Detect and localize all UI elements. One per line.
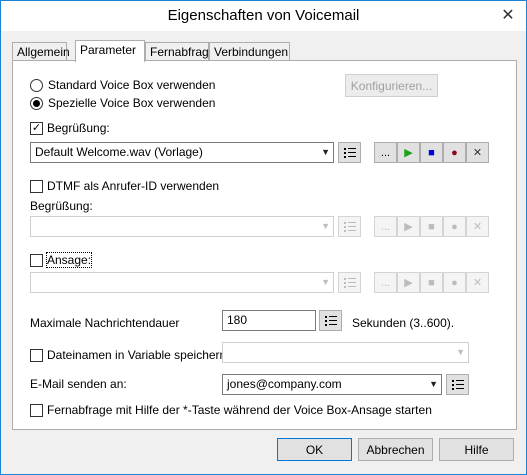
play-icon[interactable]: ▶ — [397, 216, 420, 237]
tab-verbindungen[interactable]: Verbindungen — [209, 42, 290, 61]
dtmf-label: DTMF als Anrufer-ID verwenden — [47, 179, 220, 193]
filename-variable-label: Dateinamen in Variable speichern: — [47, 348, 230, 362]
filename-variable-select[interactable]: ▼ — [222, 342, 469, 363]
tab-allgemein[interactable]: Allgemein — [12, 42, 70, 61]
stop-icon[interactable]: ■ — [420, 142, 443, 163]
max-duration-unit: Sekunden (3..600). — [352, 316, 455, 330]
greeting-label: Begrüßung: — [47, 121, 110, 135]
dtmf-greeting-select[interactable]: ▼ — [30, 216, 334, 237]
max-duration-input[interactable]: 180 — [222, 310, 316, 331]
radio-selected-dot — [33, 100, 40, 107]
list-icon-button[interactable] — [338, 142, 361, 163]
record-icon[interactable]: ● — [443, 272, 466, 293]
announcement-browse-button[interactable]: ... — [374, 272, 397, 293]
list-icon-button[interactable] — [338, 272, 361, 293]
remote-query-label: Fernabfrage mit Hilfe der *-Taste währen… — [47, 403, 432, 417]
dtmf-greeting-label: Begrüßung: — [30, 199, 93, 213]
dtmf-browse-button[interactable]: ... — [374, 216, 397, 237]
announcement-select[interactable]: ▼ — [30, 272, 334, 293]
title-bar: Eigenschaften von Voicemail ✕ — [1, 1, 526, 31]
window-title: Eigenschaften von Voicemail — [167, 7, 360, 24]
help-button[interactable]: Hilfe — [439, 438, 514, 461]
greeting-browse-button[interactable]: ... — [374, 142, 397, 163]
greeting-select-value: Default Welcome.wav (Vorlage) — [35, 145, 203, 159]
filename-variable-checkbox[interactable] — [30, 349, 43, 362]
max-duration-label: Maximale Nachrichtendauer — [30, 316, 180, 330]
announcement-label: Ansage: — [45, 252, 93, 268]
greeting-checkbox[interactable]: ✓ — [30, 122, 43, 135]
email-select[interactable]: jones@company.com ▼ — [222, 374, 442, 395]
email-label: E-Mail senden an: — [30, 377, 127, 391]
properties-dialog: Eigenschaften von Voicemail ✕ Allgemein … — [0, 0, 527, 475]
list-icon-button[interactable] — [338, 216, 361, 237]
standard-voicebox-label: Standard Voice Box verwenden — [48, 78, 216, 92]
greeting-select[interactable]: Default Welcome.wav (Vorlage) ▼ — [30, 142, 334, 163]
chevron-down-icon: ▼ — [321, 221, 330, 231]
ok-button[interactable]: OK — [277, 438, 352, 461]
stop-icon[interactable]: ■ — [420, 216, 443, 237]
list-icon — [343, 147, 356, 158]
tab-fernabfrage[interactable]: Fernabfrage — [145, 42, 215, 61]
special-voicebox-radio[interactable] — [30, 97, 43, 110]
record-icon[interactable]: ● — [443, 142, 466, 163]
chevron-down-icon: ▼ — [456, 347, 465, 357]
delete-icon[interactable]: ✕ — [466, 216, 489, 237]
chevron-down-icon: ▼ — [429, 379, 438, 389]
tab-parameter[interactable]: Parameter — [75, 40, 145, 62]
chevron-down-icon: ▼ — [321, 277, 330, 287]
chevron-down-icon: ▼ — [321, 147, 330, 157]
standard-voicebox-radio[interactable] — [30, 79, 43, 92]
email-value: jones@company.com — [227, 377, 342, 391]
delete-icon[interactable]: ✕ — [466, 272, 489, 293]
announcement-checkbox[interactable] — [30, 254, 43, 267]
list-icon — [324, 315, 337, 326]
dtmf-checkbox[interactable] — [30, 180, 43, 193]
list-icon — [451, 379, 464, 390]
record-icon[interactable]: ● — [443, 216, 466, 237]
play-icon[interactable]: ▶ — [397, 142, 420, 163]
cancel-button[interactable]: Abbrechen — [358, 438, 433, 461]
list-icon — [343, 221, 356, 232]
list-icon-button[interactable] — [446, 374, 469, 395]
list-icon-button[interactable] — [319, 310, 342, 331]
delete-icon[interactable]: ✕ — [466, 142, 489, 163]
remote-query-checkbox[interactable] — [30, 404, 43, 417]
close-icon[interactable]: ✕ — [496, 5, 520, 25]
stop-icon[interactable]: ■ — [420, 272, 443, 293]
play-icon[interactable]: ▶ — [397, 272, 420, 293]
configure-button[interactable]: Konfigurieren... — [345, 74, 438, 97]
list-icon — [343, 277, 356, 288]
special-voicebox-label: Spezielle Voice Box verwenden — [48, 96, 216, 110]
